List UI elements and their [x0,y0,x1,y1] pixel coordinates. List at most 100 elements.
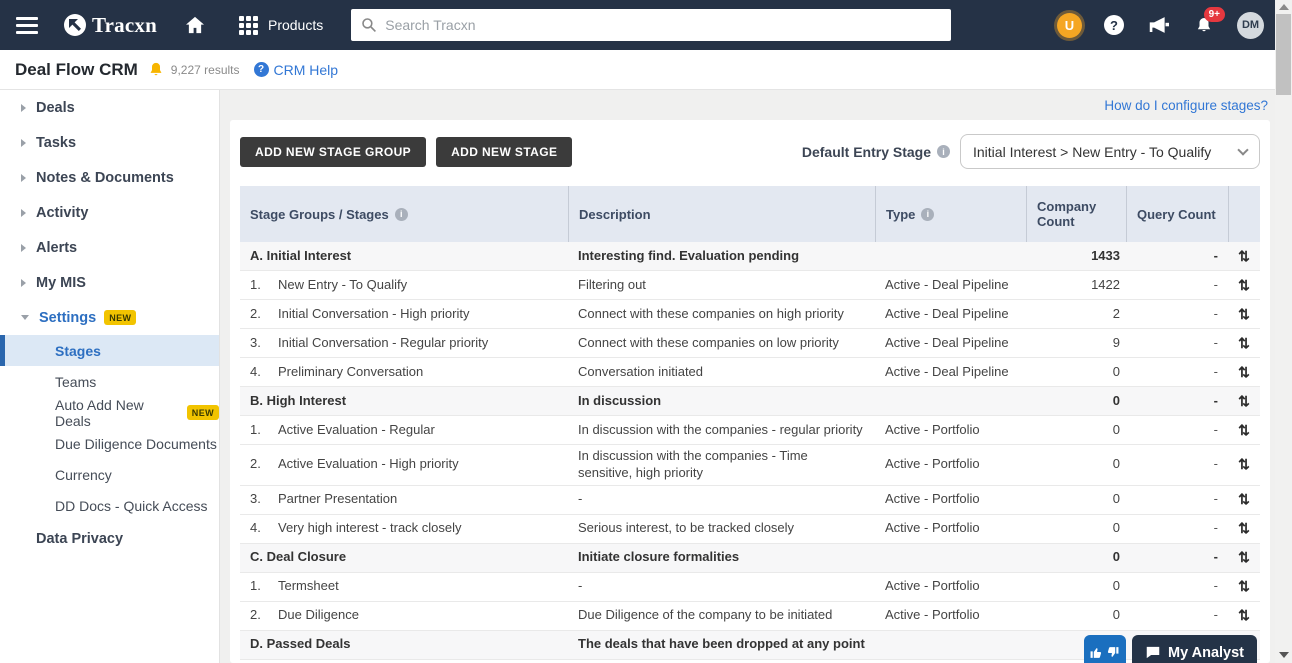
column-header-type[interactable]: Type [875,186,1026,242]
sidebar-item-tasks[interactable]: Tasks [0,125,219,160]
stage-number: 1. [250,277,278,294]
sidebar-subitem-auto-add-new-deals[interactable]: Auto Add New DealsNEW [0,397,219,428]
reorder-icon[interactable] [1238,422,1250,438]
reorder-icon[interactable] [1238,335,1250,351]
scroll-up-arrow-icon[interactable] [1279,4,1289,10]
main-content: How do I configure stages? ADD NEW STAGE… [220,90,1292,663]
stage-group-row[interactable]: B. High InterestIn discussion0- [240,387,1260,416]
crm-help-link[interactable]: ? CRM Help [254,62,339,78]
feedback-button[interactable] [1084,635,1126,663]
reorder-icon[interactable] [1238,491,1250,507]
type-cell: Active - Portfolio [875,517,1026,540]
tracxn-logo[interactable]: Tracxn [64,13,157,38]
column-header-stage-groups-stages[interactable]: Stage Groups / Stages [240,186,568,242]
sidebar-subitem-teams[interactable]: Teams [0,366,219,397]
products-menu[interactable]: Products [239,16,323,35]
stage-row[interactable]: 2.Active Evaluation - High priorityIn di… [240,445,1260,486]
sidebar-subitem-currency[interactable]: Currency [0,459,219,490]
stage-name-cell: 2.Initial Conversation - High priority [240,303,568,326]
add-new-stage-group-button[interactable]: ADD NEW STAGE GROUP [240,137,426,167]
reorder-icon[interactable] [1238,578,1250,594]
profile-avatar[interactable]: DM [1237,12,1264,39]
sidebar-item-label: Deals [36,100,75,116]
scrollbar-thumb[interactable] [1276,14,1291,95]
reorder-icon[interactable] [1238,549,1250,565]
query-count-cell: - [1126,604,1228,627]
reorder-cell [1228,305,1260,324]
info-icon[interactable] [921,208,934,221]
type-cell [875,253,1026,259]
configure-stages-link[interactable]: How do I configure stages? [1104,98,1268,113]
column-header-query-count[interactable]: Query Count [1126,186,1228,242]
sidebar-item-my-mis[interactable]: My MIS [0,265,219,300]
stage-name: D. Passed Deals [250,636,350,653]
description-cell: Interesting find. Evaluation pending [568,245,875,268]
query-count-cell: - [1126,488,1228,511]
reorder-icon[interactable] [1238,393,1250,409]
reorder-icon[interactable] [1238,277,1250,293]
company-count-cell: 9 [1026,332,1126,355]
sidebar-item-deals[interactable]: Deals [0,90,219,125]
sidebar-item-label: Alerts [36,240,77,256]
my-analyst-button[interactable]: My Analyst [1132,635,1257,663]
sidebar-item-label: Activity [36,205,88,221]
reorder-cell [1228,606,1260,625]
crm-bell-icon[interactable] [148,61,164,78]
announcements-icon[interactable] [1148,16,1169,34]
stage-row[interactable]: 2.Initial Conversation - High priorityCo… [240,300,1260,329]
description-cell: Conversation initiated [568,361,875,384]
stage-row[interactable]: 3.Partner Presentation-Active - Portfoli… [240,486,1260,515]
sidebar-item-notes-documents[interactable]: Notes & Documents [0,160,219,195]
type-cell [875,642,1026,648]
column-header-company-count[interactable]: Company Count [1026,186,1126,242]
stage-row[interactable]: 4.Very high interest - track closelySeri… [240,515,1260,544]
reorder-icon[interactable] [1238,607,1250,623]
reorder-cell [1228,363,1260,382]
stage-number: 3. [250,491,278,508]
stage-group-row[interactable]: C. Deal ClosureInitiate closure formalit… [240,544,1260,573]
stage-row[interactable]: 3.Initial Conversation - Regular priorit… [240,329,1260,358]
sidebar-item-settings[interactable]: SettingsNEW [0,300,219,335]
description-cell: In discussion [568,390,875,413]
sidebar-subitem-dd-docs-quick-access[interactable]: DD Docs - Quick Access [0,490,219,521]
user-avatar[interactable]: U [1057,13,1082,38]
info-icon[interactable] [937,145,950,158]
add-new-stage-button[interactable]: ADD NEW STAGE [436,137,572,167]
home-icon[interactable] [185,16,205,34]
reorder-icon[interactable] [1238,248,1250,264]
global-search[interactable] [351,9,951,41]
stage-row[interactable]: 2.Due DiligenceDue Diligence of the comp… [240,602,1260,631]
description-cell: Filtering out [568,274,875,297]
sidebar-item-data-privacy[interactable]: Data Privacy [0,521,219,556]
vertical-scrollbar[interactable] [1275,0,1292,663]
scroll-down-arrow-icon[interactable] [1279,652,1289,658]
hamburger-menu-icon[interactable] [16,13,38,38]
company-count-cell: 0 [1026,419,1126,442]
reorder-icon[interactable] [1238,364,1250,380]
reorder-icon[interactable] [1238,306,1250,322]
type-cell [875,555,1026,561]
sidebar-item-alerts[interactable]: Alerts [0,230,219,265]
stage-row[interactable]: 1.New Entry - To QualifyFiltering outAct… [240,271,1260,300]
query-count-cell: - [1126,303,1228,326]
default-entry-stage-dropdown[interactable]: Initial Interest > New Entry - To Qualif… [960,134,1260,169]
stage-number: 3. [250,335,278,352]
stage-name: Due Diligence [278,607,359,624]
sidebar-item-activity[interactable]: Activity [0,195,219,230]
reorder-icon[interactable] [1238,456,1250,472]
sidebar-subitem-stages[interactable]: Stages [0,335,219,366]
stage-group-row[interactable]: A. Initial InterestInteresting find. Eva… [240,242,1260,271]
sidebar-subitem-due-diligence-documents[interactable]: Due Diligence Documents [0,428,219,459]
floating-buttons: My Analyst [1084,635,1257,663]
stage-row[interactable]: 1.Active Evaluation - RegularIn discussi… [240,416,1260,445]
column-header-description[interactable]: Description [568,186,875,242]
search-input[interactable] [385,17,941,33]
reorder-icon[interactable] [1238,520,1250,536]
table-header-row: Stage Groups / StagesDescriptionTypeComp… [240,186,1260,242]
help-icon[interactable]: ? [1104,15,1124,35]
stage-row[interactable]: 4.Preliminary ConversationConversation i… [240,358,1260,387]
description-cell: In discussion with the companies - regul… [568,419,875,442]
notifications-bell[interactable]: 9+ [1195,16,1213,35]
info-icon[interactable] [395,208,408,221]
stage-row[interactable]: 1.Termsheet-Active - Portfolio0- [240,573,1260,602]
